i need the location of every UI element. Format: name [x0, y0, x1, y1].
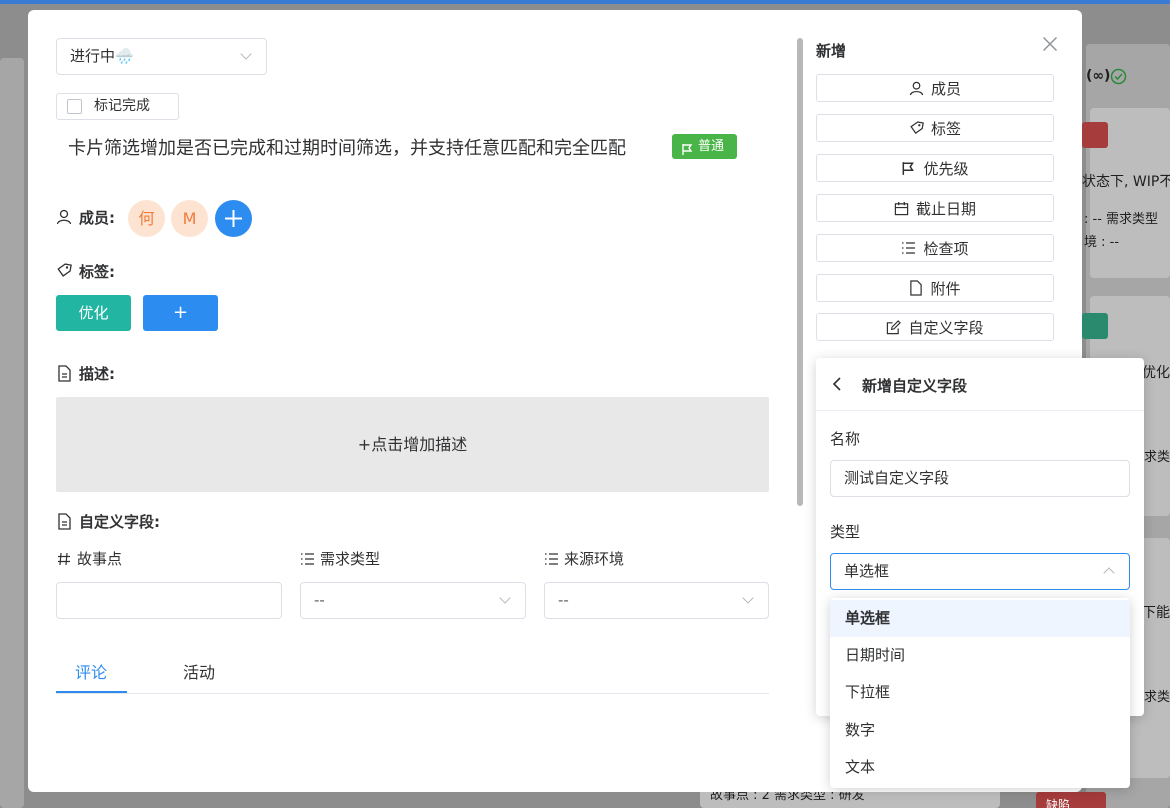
- bg-tag-defect: 缺陷: [1036, 792, 1106, 808]
- card-title[interactable]: 卡片筛选增加是否已完成和过期时间筛选，并支持任意匹配和完全匹配: [68, 134, 626, 160]
- mark-done-label: 标记完成: [94, 98, 150, 114]
- option-text[interactable]: 文本: [830, 749, 1130, 786]
- bg-tag: [1082, 122, 1108, 148]
- calendar-icon: [894, 201, 909, 215]
- popover-title: 新增自定义字段: [862, 377, 968, 395]
- add-checklist-action[interactable]: 检查项: [816, 234, 1054, 262]
- field-type-select[interactable]: 单选框: [830, 553, 1130, 590]
- field-label-requirement-type: 需求类型: [320, 550, 381, 568]
- plus-icon: [225, 210, 242, 227]
- tab-comments[interactable]: 评论: [75, 659, 107, 683]
- popover-divider: [816, 410, 1144, 411]
- close-icon: [1042, 36, 1058, 52]
- add-due-date-action[interactable]: 截止日期: [816, 194, 1054, 222]
- option-select[interactable]: 下拉框: [830, 674, 1130, 711]
- source-env-value: --: [558, 591, 569, 609]
- source-env-select[interactable]: --: [544, 582, 769, 619]
- checkbox-icon: [67, 99, 82, 114]
- member-avatar[interactable]: M: [171, 200, 208, 237]
- chevron-down-icon: [499, 592, 511, 604]
- add-member-button[interactable]: [215, 200, 252, 237]
- bg-card-text: 求类型: [1144, 690, 1170, 705]
- members-label: 成员:: [79, 209, 115, 227]
- field-type-value: 单选框: [844, 562, 890, 580]
- chevron-up-icon: [1103, 567, 1115, 579]
- bg-tag: [1082, 313, 1108, 339]
- user-icon: [909, 81, 924, 95]
- bg-card-text: 状态下, WIP不: [1082, 174, 1170, 190]
- bg-card-text: : -- 需求类型: [1084, 212, 1159, 227]
- action-label: 成员: [930, 79, 961, 98]
- field-label-source-env: 来源环境: [564, 550, 625, 568]
- field-label-story-points: 故事点: [77, 550, 123, 568]
- flag-icon: [903, 161, 915, 175]
- hash-icon: [57, 551, 71, 570]
- priority-tag[interactable]: 普通: [672, 134, 737, 159]
- sidebar-title: 新增: [816, 42, 847, 60]
- board-column-left: [0, 58, 24, 808]
- action-label: 优先级: [923, 159, 969, 178]
- document-icon: [57, 365, 72, 386]
- requirement-type-value: --: [314, 591, 325, 609]
- chevron-left-icon: [832, 377, 841, 391]
- add-custom-field-action[interactable]: 自定义字段: [816, 313, 1054, 341]
- custom-fields-label: 自定义字段:: [79, 513, 160, 531]
- type-label: 类型: [830, 523, 861, 541]
- status-value: 进行中🌧️: [70, 47, 134, 65]
- description-add-area[interactable]: +点击增加描述: [56, 397, 769, 492]
- tag-chip[interactable]: 优化: [56, 295, 131, 331]
- mark-done-checkbox[interactable]: 标记完成: [56, 93, 179, 120]
- tag-icon: [910, 120, 924, 134]
- edit-icon: [887, 319, 902, 334]
- action-label: 附件: [930, 279, 961, 298]
- action-label: 截止日期: [915, 199, 976, 218]
- bg-card-text: 境 : --: [1084, 235, 1120, 250]
- flag-icon: [681, 140, 694, 165]
- file-icon: [910, 280, 923, 296]
- top-app-bar: [0, 0, 1170, 4]
- tag-icon: [56, 263, 72, 283]
- option-radio[interactable]: 单选框: [830, 600, 1130, 637]
- scrollbar[interactable]: [797, 38, 803, 506]
- option-number[interactable]: 数字: [830, 712, 1130, 749]
- description-label: 描述:: [79, 365, 115, 383]
- action-label: 标签: [930, 119, 961, 138]
- status-select[interactable]: 进行中🌧️: [56, 38, 267, 75]
- tags-label: 标签:: [79, 263, 115, 281]
- chevron-down-icon: [742, 592, 754, 604]
- add-attachment-action[interactable]: 附件: [816, 274, 1054, 302]
- close-button[interactable]: [1040, 34, 1060, 54]
- add-tag-button[interactable]: +: [143, 295, 218, 331]
- action-label: 检查项: [923, 239, 969, 258]
- tab-activity[interactable]: 活动: [183, 659, 215, 683]
- story-points-input[interactable]: [56, 582, 282, 619]
- priority-label: 普通: [698, 139, 725, 154]
- document-icon: [57, 513, 72, 534]
- bg-wip-limit: (∞): [1086, 68, 1111, 84]
- tab-active-indicator: [56, 691, 127, 693]
- member-avatar[interactable]: 何: [128, 200, 165, 237]
- name-label: 名称: [830, 430, 861, 448]
- add-tag-action[interactable]: 标签: [816, 114, 1054, 142]
- tabs-divider: [56, 693, 769, 694]
- bg-card-text: 下能编: [1142, 605, 1170, 621]
- check-circle-icon: [1110, 68, 1127, 89]
- plus-icon: +: [172, 302, 189, 323]
- option-datetime[interactable]: 日期时间: [830, 637, 1130, 674]
- list-icon: [544, 551, 559, 570]
- requirement-type-select[interactable]: --: [300, 582, 526, 619]
- user-icon: [56, 209, 72, 229]
- add-priority-action[interactable]: 优先级: [816, 154, 1054, 182]
- list-icon: [300, 551, 315, 570]
- bg-card-text: 优化: [1142, 365, 1170, 381]
- back-button[interactable]: [830, 375, 850, 395]
- list-icon: [902, 242, 916, 254]
- field-type-dropdown: 单选框 日期时间 下拉框 数字 文本: [830, 598, 1130, 788]
- add-member-action[interactable]: 成员: [816, 74, 1054, 102]
- action-label: 自定义字段: [908, 318, 984, 337]
- chevron-down-icon: [240, 48, 252, 60]
- bg-card-text: 求类型: [1144, 450, 1170, 465]
- field-name-input[interactable]: 测试自定义字段: [830, 460, 1130, 497]
